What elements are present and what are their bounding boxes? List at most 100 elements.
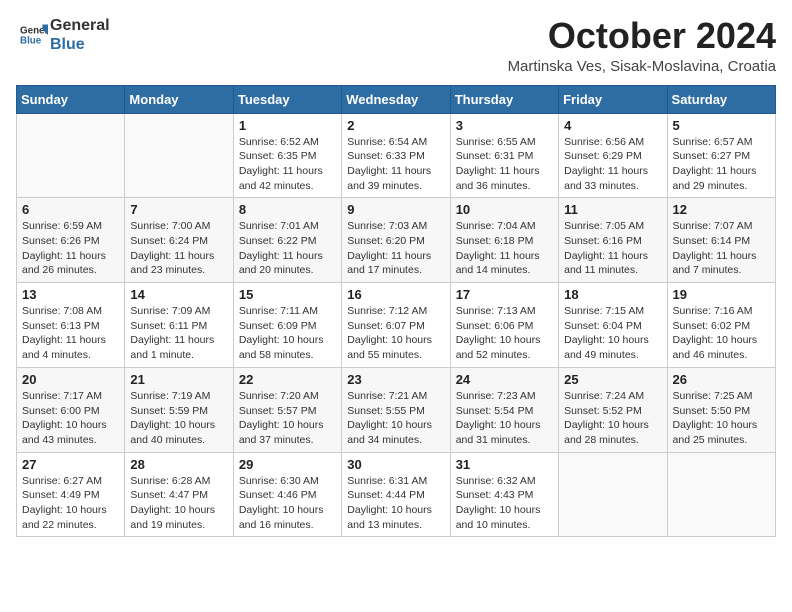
day-info: Sunrise: 7:04 AM Sunset: 6:18 PM Dayligh…: [456, 219, 553, 278]
calendar-cell: 25 Sunrise: 7:24 AM Sunset: 5:52 PM Dayli…: [559, 367, 667, 452]
day-number: 6: [22, 202, 119, 217]
logo-blue-text: Blue: [50, 36, 85, 53]
calendar-cell: 30 Sunrise: 6:31 AM Sunset: 4:44 PM Dayli…: [342, 452, 450, 537]
calendar-cell: 10 Sunrise: 7:04 AM Sunset: 6:18 PM Dayli…: [450, 198, 558, 283]
weekday-header-friday: Friday: [559, 85, 667, 113]
day-info: Sunrise: 7:25 AM Sunset: 5:50 PM Dayligh…: [673, 389, 770, 448]
weekday-header-thursday: Thursday: [450, 85, 558, 113]
day-info: Sunrise: 7:05 AM Sunset: 6:16 PM Dayligh…: [564, 219, 661, 278]
day-info: Sunrise: 6:59 AM Sunset: 6:26 PM Dayligh…: [22, 219, 119, 278]
day-info: Sunrise: 7:11 AM Sunset: 6:09 PM Dayligh…: [239, 304, 336, 363]
calendar-cell: 5Sunrise: 6:57 AM Sunset: 6:27 PM Daylig…: [667, 113, 775, 198]
calendar-week-5: 27 Sunrise: 6:27 AM Sunset: 4:49 PM Dayli…: [17, 452, 776, 537]
page-header: General Blue General Blue October 2024 M…: [16, 16, 776, 75]
day-info: Sunrise: 7:03 AM Sunset: 6:20 PM Dayligh…: [347, 219, 444, 278]
day-info: Sunrise: 7:12 AM Sunset: 6:07 PM Dayligh…: [347, 304, 444, 363]
location-title: Martinska Ves, Sisak-Moslavina, Croatia: [508, 58, 776, 75]
calendar-cell: 9 Sunrise: 7:03 AM Sunset: 6:20 PM Daylig…: [342, 198, 450, 283]
day-number: 22: [239, 372, 336, 387]
day-info: Sunrise: 7:17 AM Sunset: 6:00 PM Dayligh…: [22, 389, 119, 448]
calendar-week-3: 13 Sunrise: 7:08 AM Sunset: 6:13 PM Dayli…: [17, 283, 776, 368]
day-number: 18: [564, 287, 661, 302]
day-info: Sunrise: 6:28 AM Sunset: 4:47 PM Dayligh…: [130, 474, 227, 533]
calendar-cell: [559, 452, 667, 537]
calendar-cell: 31Sunrise: 6:32 AM Sunset: 4:43 PM Dayli…: [450, 452, 558, 537]
day-number: 12: [673, 202, 770, 217]
day-number: 16: [347, 287, 444, 302]
weekday-header-monday: Monday: [125, 85, 233, 113]
calendar-cell: 8 Sunrise: 7:01 AM Sunset: 6:22 PM Daylig…: [233, 198, 341, 283]
day-info: Sunrise: 7:16 AM Sunset: 6:02 PM Dayligh…: [673, 304, 770, 363]
day-info: Sunrise: 7:01 AM Sunset: 6:22 PM Dayligh…: [239, 219, 336, 278]
day-number: 3: [456, 118, 553, 133]
day-info: Sunrise: 7:00 AM Sunset: 6:24 PM Dayligh…: [130, 219, 227, 278]
calendar-cell: 28Sunrise: 6:28 AM Sunset: 4:47 PM Dayli…: [125, 452, 233, 537]
day-number: 21: [130, 372, 227, 387]
day-info: Sunrise: 6:56 AM Sunset: 6:29 PM Dayligh…: [564, 135, 661, 194]
calendar-cell: [125, 113, 233, 198]
day-number: 1: [239, 118, 336, 133]
day-info: Sunrise: 6:30 AM Sunset: 4:46 PM Dayligh…: [239, 474, 336, 533]
day-number: 29: [239, 457, 336, 472]
weekday-header-sunday: Sunday: [17, 85, 125, 113]
weekday-header-saturday: Saturday: [667, 85, 775, 113]
calendar-week-1: 1 Sunrise: 6:52 AM Sunset: 6:35 PM Daylig…: [17, 113, 776, 198]
calendar-cell: 11 Sunrise: 7:05 AM Sunset: 6:16 PM Dayli…: [559, 198, 667, 283]
day-number: 20: [22, 372, 119, 387]
calendar-cell: 2 Sunrise: 6:54 AM Sunset: 6:33 PM Daylig…: [342, 113, 450, 198]
calendar-table: SundayMondayTuesdayWednesdayThursdayFrid…: [16, 85, 776, 538]
logo-icon: General Blue: [20, 21, 48, 49]
calendar-cell: 3Sunrise: 6:55 AM Sunset: 6:31 PM Daylig…: [450, 113, 558, 198]
day-number: 14: [130, 287, 227, 302]
day-info: Sunrise: 6:52 AM Sunset: 6:35 PM Dayligh…: [239, 135, 336, 194]
day-number: 27: [22, 457, 119, 472]
calendar-cell: 7 Sunrise: 7:00 AM Sunset: 6:24 PM Daylig…: [125, 198, 233, 283]
day-number: 15: [239, 287, 336, 302]
day-info: Sunrise: 7:07 AM Sunset: 6:14 PM Dayligh…: [673, 219, 770, 278]
weekday-header-tuesday: Tuesday: [233, 85, 341, 113]
calendar-cell: 12 Sunrise: 7:07 AM Sunset: 6:14 PM Dayli…: [667, 198, 775, 283]
calendar-header-row: SundayMondayTuesdayWednesdayThursdayFrid…: [17, 85, 776, 113]
day-info: Sunrise: 6:54 AM Sunset: 6:33 PM Dayligh…: [347, 135, 444, 194]
calendar-cell: 20 Sunrise: 7:17 AM Sunset: 6:00 PM Dayli…: [17, 367, 125, 452]
day-info: Sunrise: 7:20 AM Sunset: 5:57 PM Dayligh…: [239, 389, 336, 448]
day-number: 9: [347, 202, 444, 217]
day-number: 2: [347, 118, 444, 133]
day-number: 23: [347, 372, 444, 387]
calendar-cell: [17, 113, 125, 198]
calendar-cell: 17Sunrise: 7:13 AM Sunset: 6:06 PM Dayli…: [450, 283, 558, 368]
day-number: 19: [673, 287, 770, 302]
calendar-cell: 27 Sunrise: 6:27 AM Sunset: 4:49 PM Dayli…: [17, 452, 125, 537]
logo: General Blue General Blue: [16, 16, 110, 54]
calendar-cell: 19 Sunrise: 7:16 AM Sunset: 6:02 PM Dayli…: [667, 283, 775, 368]
day-number: 30: [347, 457, 444, 472]
day-number: 11: [564, 202, 661, 217]
day-number: 8: [239, 202, 336, 217]
calendar-week-4: 20 Sunrise: 7:17 AM Sunset: 6:00 PM Dayli…: [17, 367, 776, 452]
calendar-cell: 13 Sunrise: 7:08 AM Sunset: 6:13 PM Dayli…: [17, 283, 125, 368]
calendar-cell: 15 Sunrise: 7:11 AM Sunset: 6:09 PM Dayli…: [233, 283, 341, 368]
calendar-cell: 14Sunrise: 7:09 AM Sunset: 6:11 PM Dayli…: [125, 283, 233, 368]
day-info: Sunrise: 7:08 AM Sunset: 6:13 PM Dayligh…: [22, 304, 119, 363]
weekday-header-wednesday: Wednesday: [342, 85, 450, 113]
logo-general-text: General: [50, 17, 110, 34]
calendar-cell: 21Sunrise: 7:19 AM Sunset: 5:59 PM Dayli…: [125, 367, 233, 452]
day-info: Sunrise: 6:31 AM Sunset: 4:44 PM Dayligh…: [347, 474, 444, 533]
day-info: Sunrise: 6:57 AM Sunset: 6:27 PM Dayligh…: [673, 135, 770, 194]
day-number: 24: [456, 372, 553, 387]
calendar-cell: 24Sunrise: 7:23 AM Sunset: 5:54 PM Dayli…: [450, 367, 558, 452]
calendar-week-2: 6 Sunrise: 6:59 AM Sunset: 6:26 PM Daylig…: [17, 198, 776, 283]
calendar-cell: 18Sunrise: 7:15 AM Sunset: 6:04 PM Dayli…: [559, 283, 667, 368]
day-number: 7: [130, 202, 227, 217]
day-number: 31: [456, 457, 553, 472]
day-number: 10: [456, 202, 553, 217]
calendar-cell: 16 Sunrise: 7:12 AM Sunset: 6:07 PM Dayli…: [342, 283, 450, 368]
day-number: 17: [456, 287, 553, 302]
calendar-cell: 26 Sunrise: 7:25 AM Sunset: 5:50 PM Dayli…: [667, 367, 775, 452]
day-info: Sunrise: 6:27 AM Sunset: 4:49 PM Dayligh…: [22, 474, 119, 533]
day-number: 25: [564, 372, 661, 387]
calendar-cell: 4Sunrise: 6:56 AM Sunset: 6:29 PM Daylig…: [559, 113, 667, 198]
day-number: 13: [22, 287, 119, 302]
day-number: 26: [673, 372, 770, 387]
day-info: Sunrise: 7:24 AM Sunset: 5:52 PM Dayligh…: [564, 389, 661, 448]
